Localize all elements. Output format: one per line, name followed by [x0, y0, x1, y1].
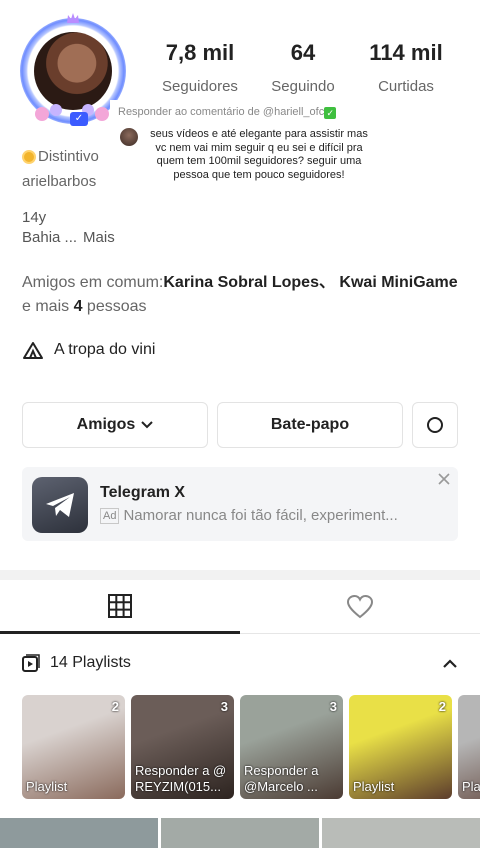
video-thumbnail[interactable]: [0, 818, 158, 848]
following-stat[interactable]: 64 Seguindo: [258, 40, 348, 95]
playlist-label: Pla: [462, 779, 480, 794]
telegram-logo-icon: [32, 477, 88, 533]
comment-text: seus vídeos e até elegante para assistir…: [150, 128, 368, 181]
chevron-up-icon[interactable]: [442, 656, 458, 672]
commenter-avatar: [120, 128, 138, 146]
playlist-label: Responder a @Marcelo ...: [244, 763, 319, 794]
reply-header: Responder ao comentário de @hariell_ofc ✓: [118, 106, 337, 119]
playlist-card[interactable]: 3 Responder a @Marcelo ...: [240, 695, 343, 799]
likes-stat[interactable]: 114 mil Curtidas: [360, 40, 452, 95]
distinction-label: Distintivo: [38, 148, 99, 165]
friends-button[interactable]: Amigos: [22, 402, 208, 448]
chevron-down-icon: [141, 421, 154, 429]
username: arielbarbos: [22, 173, 97, 190]
mutual-prefix: Amigos em comum:: [22, 274, 164, 291]
level-badge-icon: ✓: [70, 112, 88, 126]
following-label: Seguindo: [271, 78, 335, 95]
avatar-photo: [34, 32, 112, 110]
group-link[interactable]: A tropa do vini: [22, 340, 155, 360]
chat-button[interactable]: Bate-papo: [217, 402, 403, 448]
playlist-card[interactable]: 2 Playlist: [349, 695, 452, 799]
more-options-button[interactable]: [412, 402, 458, 448]
ad-text: Namorar nunca foi tão fácil, experiment.…: [123, 507, 398, 524]
likes-label: Curtidas: [378, 78, 434, 95]
tab-liked[interactable]: [240, 580, 480, 634]
friends-button-label: Amigos: [76, 416, 136, 433]
medal-icon: [22, 149, 36, 164]
ad-description: Ad Namorar nunca foi tão fácil, experime…: [100, 507, 398, 524]
playlist-label: Playlist: [353, 779, 395, 794]
likes-count: 114 mil: [369, 40, 443, 65]
mutual-friends[interactable]: Amigos em comum:Karina Sobral Lopes、 Kwa…: [22, 271, 462, 319]
playlists-header[interactable]: 14 Playlists: [22, 654, 131, 672]
crown-icon: [67, 13, 79, 23]
video-grid-preview: [0, 818, 480, 848]
ad-card[interactable]: Telegram X Ad Namorar nunca foi tão fáci…: [22, 467, 458, 541]
followers-stat[interactable]: 7,8 mil Seguidores: [150, 40, 250, 95]
circle-icon: [427, 417, 443, 433]
section-divider: [0, 570, 480, 580]
playlist-card[interactable]: 2 Playlist: [22, 695, 125, 799]
video-thumbnail[interactable]: [161, 818, 319, 848]
location: Bahia ... Mais: [22, 229, 115, 246]
playlist-video-count: 3: [329, 699, 337, 714]
video-thumbnail[interactable]: [322, 818, 480, 848]
heart-icon: [346, 594, 374, 618]
mutual-suffix-b: pessoas: [82, 298, 147, 315]
verified-check-icon: ✓: [324, 107, 337, 119]
more-link[interactable]: Mais: [83, 229, 115, 246]
playlists-row: 2 Playlist 3 Responder a @ REYZIM(015...…: [22, 695, 480, 799]
playlists-count-label: 14 Playlists: [50, 654, 131, 671]
following-count: 64: [290, 40, 316, 65]
reply-header-text: Responder ao comentário de @hariell_ofc: [118, 106, 325, 118]
close-icon[interactable]: [436, 471, 452, 487]
location-text: Bahia ...: [22, 229, 78, 246]
mutual-names: Karina Sobral Lopes、 Kwai MiniGame: [163, 274, 458, 291]
playlist-video-count: 3: [220, 699, 228, 714]
playlist-card[interactable]: 3 Responder a @ REYZIM(015...: [131, 695, 234, 799]
ad-tag: Ad: [100, 507, 120, 524]
group-label: A tropa do vini: [54, 341, 156, 358]
playlist-label: Playlist: [26, 779, 68, 794]
tab-posts-grid[interactable]: [0, 580, 240, 634]
mutual-suffix-a: e mais: [22, 298, 74, 315]
playlist-video-count: 2: [111, 699, 119, 714]
ad-title: Telegram X: [100, 484, 186, 501]
playlist-video-count: 2: [438, 699, 446, 714]
chat-button-label: Bate-papo: [270, 416, 350, 433]
distinction-badge[interactable]: Distintivo: [22, 148, 99, 165]
playlist-icon: [22, 654, 40, 672]
tent-icon: [23, 342, 43, 359]
followers-label: Seguidores: [162, 78, 238, 95]
reply-comment-popup[interactable]: Responder ao comentário de @hariell_ofc ✓…: [110, 100, 380, 210]
age: 14y: [22, 209, 47, 226]
playlist-card[interactable]: Pla: [458, 695, 480, 799]
playlist-label: Responder a @ REYZIM(015...: [135, 763, 227, 794]
grid-icon: [108, 593, 132, 618]
followers-count: 7,8 mil: [165, 40, 235, 65]
